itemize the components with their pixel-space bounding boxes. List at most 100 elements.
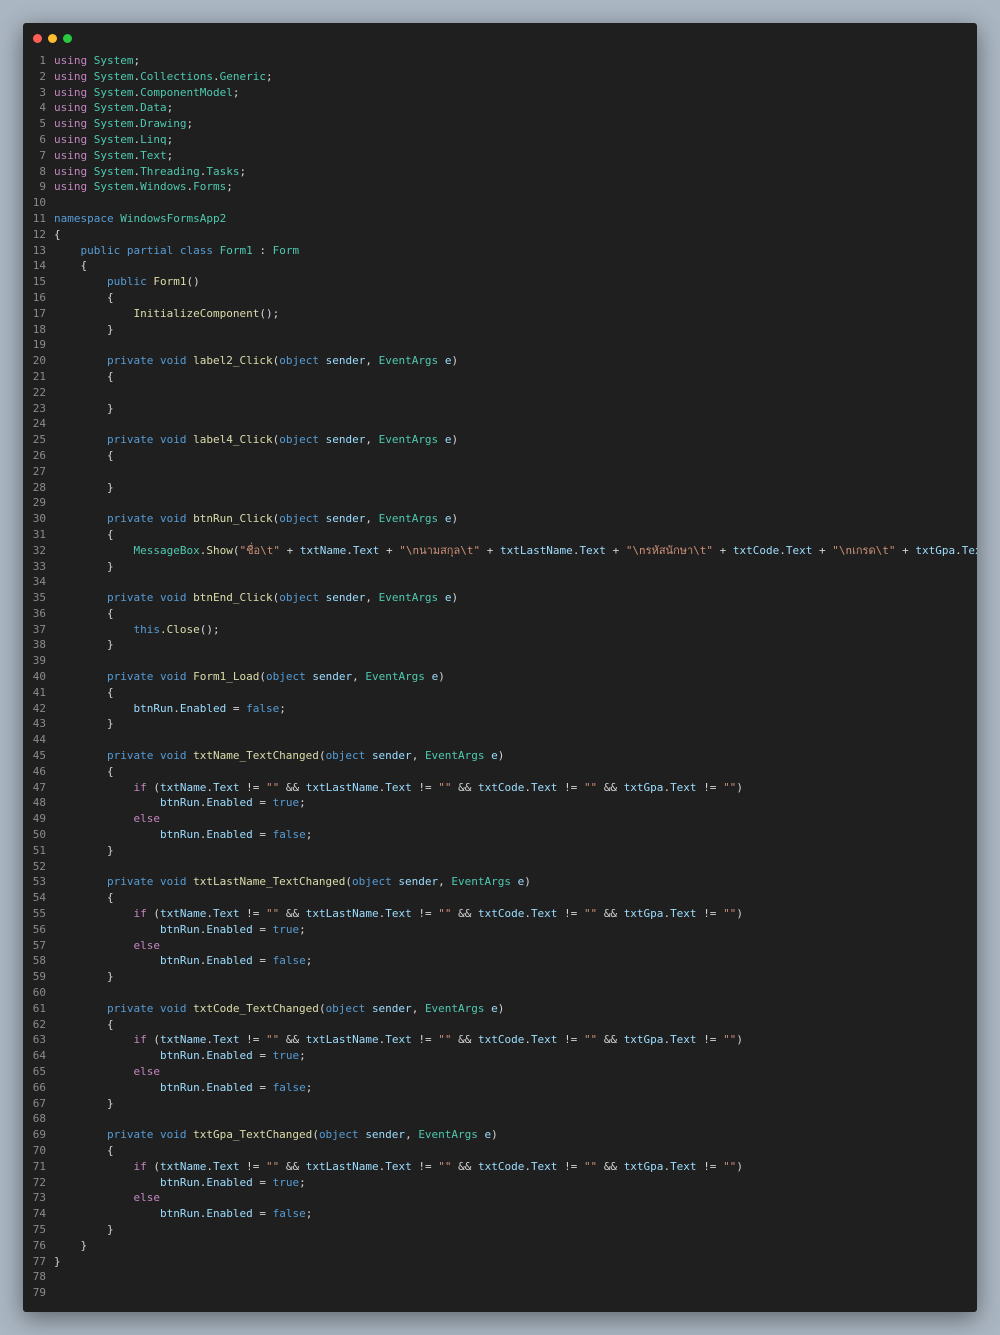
line-number: 49 [32, 812, 46, 826]
code-line[interactable]: 24 [23, 416, 977, 432]
minimize-icon[interactable] [48, 34, 57, 43]
code-line[interactable]: 32 MessageBox.Show("ชื่อ\t" + txtName.Te… [23, 543, 977, 559]
line-number: 62 [32, 1017, 46, 1031]
code-line[interactable]: 28 } [23, 480, 977, 496]
code-line[interactable]: 23 } [23, 401, 977, 417]
code-line[interactable]: 45 private void txtName_TextChanged(obje… [23, 748, 977, 764]
code-line[interactable]: 51 } [23, 843, 977, 859]
code-line[interactable]: 68 [23, 1111, 977, 1127]
code-text: { [106, 1143, 114, 1157]
code-line[interactable]: 34 [23, 574, 977, 590]
line-number: 15 [32, 275, 46, 289]
code-line[interactable]: 3 using System.ComponentModel; [23, 85, 977, 101]
code-line[interactable]: 49 else [23, 811, 977, 827]
code-text: btnRun.Enabled = true; [159, 796, 306, 810]
code-line[interactable]: 79 [23, 1285, 977, 1301]
code-editor[interactable]: 1 using System; 2 using System.Collections.… [23, 53, 977, 1301]
code-text: using System.Drawing; [54, 117, 194, 131]
code-line[interactable]: 55 if (txtName.Text != "" && txtLastName… [23, 906, 977, 922]
code-line[interactable]: 62 { [23, 1017, 977, 1033]
code-text: public Form1() [106, 275, 200, 289]
line-number: 4 [39, 101, 46, 115]
code-line[interactable]: 69 private void txtGpa_TextChanged(objec… [23, 1127, 977, 1143]
code-line[interactable]: 15 public Form1() [23, 274, 977, 290]
code-line[interactable]: 41 { [23, 685, 977, 701]
code-line[interactable]: 40 private void Form1_Load(object sender… [23, 669, 977, 685]
code-line[interactable]: 12 { [23, 227, 977, 243]
code-line[interactable]: 30 private void btnRun_Click(object send… [23, 511, 977, 527]
code-line[interactable]: 66 btnRun.Enabled = false; [23, 1080, 977, 1096]
code-line[interactable]: 38 } [23, 637, 977, 653]
code-line[interactable]: 6 using System.Linq; [23, 132, 977, 148]
line-number: 71 [32, 1159, 46, 1173]
code-line[interactable]: 8 using System.Threading.Tasks; [23, 164, 977, 180]
code-line[interactable]: 52 [23, 859, 977, 875]
line-number: 20 [32, 354, 46, 368]
code-line[interactable]: 59 } [23, 969, 977, 985]
code-line[interactable]: 19 [23, 337, 977, 353]
maximize-icon[interactable] [63, 34, 72, 43]
code-line[interactable]: 4 using System.Data; [23, 100, 977, 116]
code-line[interactable]: 75 } [23, 1222, 977, 1238]
code-text: btnRun.Enabled = false; [159, 1207, 313, 1221]
code-line[interactable]: 46 { [23, 764, 977, 780]
code-line[interactable]: 56 btnRun.Enabled = true; [23, 922, 977, 938]
code-line[interactable]: 21 { [23, 369, 977, 385]
code-line[interactable]: 33 } [23, 559, 977, 575]
code-line[interactable]: 44 [23, 732, 977, 748]
line-number: 24 [32, 417, 46, 431]
code-line[interactable]: 11 namespace WindowsFormsApp2 [23, 211, 977, 227]
code-line[interactable]: 73 else [23, 1190, 977, 1206]
close-icon[interactable] [33, 34, 42, 43]
code-line[interactable]: 57 else [23, 938, 977, 954]
code-line[interactable]: 27 [23, 464, 977, 480]
code-line[interactable]: 53 private void txtLastName_TextChanged(… [23, 874, 977, 890]
code-line[interactable]: 43 } [23, 716, 977, 732]
code-line[interactable]: 60 [23, 985, 977, 1001]
code-line[interactable]: 54 { [23, 890, 977, 906]
code-line[interactable]: 13 public partial class Form1 : Form [23, 243, 977, 259]
code-line[interactable]: 37 this.Close(); [23, 622, 977, 638]
code-line[interactable]: 63 if (txtName.Text != "" && txtLastName… [23, 1032, 977, 1048]
code-line[interactable]: 29 [23, 495, 977, 511]
code-line[interactable]: 61 private void txtCode_TextChanged(obje… [23, 1001, 977, 1017]
code-line[interactable]: 2 using System.Collections.Generic; [23, 69, 977, 85]
code-line[interactable]: 74 btnRun.Enabled = false; [23, 1206, 977, 1222]
code-line[interactable]: 67 } [23, 1096, 977, 1112]
code-line[interactable]: 9 using System.Windows.Forms; [23, 179, 977, 195]
code-line[interactable]: 58 btnRun.Enabled = false; [23, 953, 977, 969]
code-line[interactable]: 48 btnRun.Enabled = true; [23, 795, 977, 811]
code-line[interactable]: 72 btnRun.Enabled = true; [23, 1175, 977, 1191]
code-line[interactable]: 31 { [23, 527, 977, 543]
code-line[interactable]: 36 { [23, 606, 977, 622]
code-line[interactable]: 16 { [23, 290, 977, 306]
code-line[interactable]: 64 btnRun.Enabled = true; [23, 1048, 977, 1064]
code-line[interactable]: 50 btnRun.Enabled = false; [23, 827, 977, 843]
code-line[interactable]: 35 private void btnEnd_Click(object send… [23, 590, 977, 606]
code-line[interactable]: 42 btnRun.Enabled = false; [23, 701, 977, 717]
code-line[interactable]: 77} [23, 1254, 977, 1270]
code-text: else [133, 1065, 160, 1078]
code-line[interactable]: 5 using System.Drawing; [23, 116, 977, 132]
code-line[interactable]: 26 { [23, 448, 977, 464]
code-line[interactable]: 22 [23, 385, 977, 401]
code-line[interactable]: 14 { [23, 258, 977, 274]
code-text: MessageBox.Show("ชื่อ\t" + txtName.Text … [133, 543, 977, 557]
code-line[interactable]: 20 private void label2_Click(object send… [23, 353, 977, 369]
code-line[interactable]: 65 else [23, 1064, 977, 1080]
code-line[interactable]: 18 } [23, 322, 977, 338]
line-number: 51 [32, 843, 46, 857]
code-line[interactable]: 7 using System.Text; [23, 148, 977, 164]
code-line[interactable]: 70 { [23, 1143, 977, 1159]
code-line[interactable]: 17 InitializeComponent(); [23, 306, 977, 322]
code-line[interactable]: 1 using System; [23, 53, 977, 69]
code-line[interactable]: 76 } [23, 1238, 977, 1254]
code-line[interactable]: 71 if (txtName.Text != "" && txtLastName… [23, 1159, 977, 1175]
code-line[interactable]: 78 [23, 1269, 977, 1285]
code-text: if (txtName.Text != "" && txtLastName.Te… [133, 907, 743, 921]
code-line[interactable]: 25 private void label4_Click(object send… [23, 432, 977, 448]
code-line[interactable]: 39 [23, 653, 977, 669]
code-line[interactable]: 47 if (txtName.Text != "" && txtLastName… [23, 780, 977, 796]
line-number: 26 [32, 448, 46, 462]
code-line[interactable]: 10 [23, 195, 977, 211]
